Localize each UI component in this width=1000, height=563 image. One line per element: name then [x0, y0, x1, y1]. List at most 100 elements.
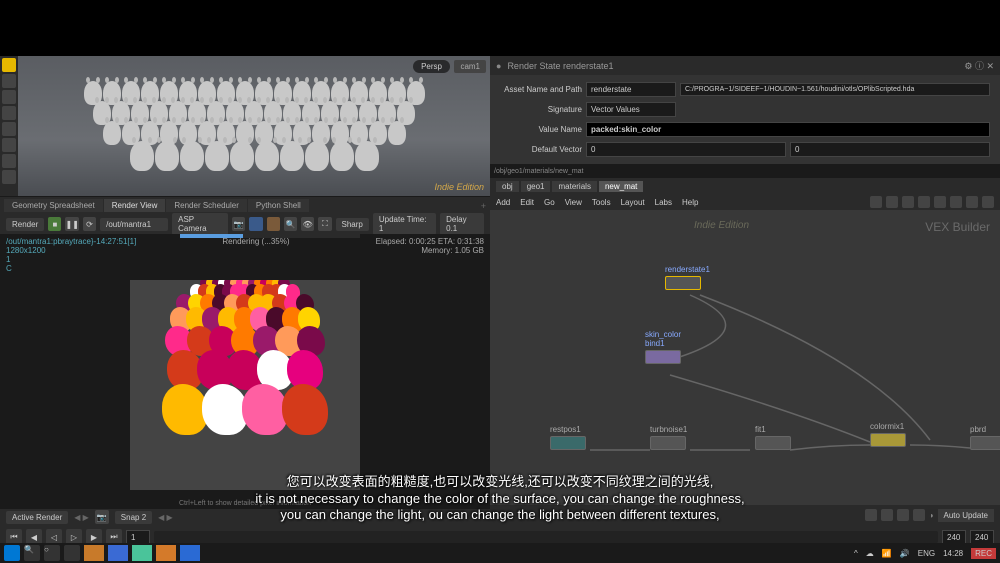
expand-icon[interactable]: ⛶	[318, 217, 331, 231]
brush-tool-icon[interactable]	[2, 138, 16, 152]
tab-render-scheduler[interactable]: Render Scheduler	[166, 199, 246, 212]
delay-field[interactable]: Delay 0.1	[440, 213, 484, 235]
render-bottom-bar: Active Render ◀ ▶ 📷 Snap 2 ◀ ▶	[0, 509, 490, 525]
menu-layout[interactable]: Layout	[621, 198, 645, 207]
rotate-tool-icon[interactable]	[2, 90, 16, 104]
param-title-bar: ● Render State renderstate1 ⚙ ⓘ ✕	[490, 56, 1000, 75]
viewport-scene[interactable]: Persp cam1 Indie Edition	[18, 56, 490, 196]
menu-add[interactable]: Add	[496, 198, 510, 207]
selection-icon[interactable]	[865, 509, 877, 521]
cortana-icon[interactable]: ○	[44, 545, 60, 561]
breadcrumb-bar: obj geo1 materials new_mat	[490, 178, 1000, 194]
pause-icon[interactable]: ❚❚	[65, 217, 78, 231]
explorer-app-icon[interactable]	[84, 545, 104, 561]
asset-path-field[interactable]: C:/PROGRA~1/SIDEEF~1/HOUDIN~1.561/houdin…	[680, 83, 990, 96]
menu-help[interactable]: Help	[682, 198, 698, 207]
start-button-icon[interactable]	[4, 545, 20, 561]
ae-icon[interactable]	[249, 217, 262, 231]
auto-update-dropdown[interactable]: Auto Update	[938, 509, 994, 522]
menu-tools[interactable]: Tools	[592, 198, 611, 207]
render-view: /out/mantra1:pbraytrace}-14:27:51[1] 128…	[0, 234, 490, 509]
windows-taskbar: 🔍 ○ ^ ☁ 📶 🔊 ENG 14:28 REC	[0, 543, 1000, 563]
node-turbnoise[interactable]: turbnoise1	[650, 425, 687, 450]
crumb-geo[interactable]: geo1	[521, 181, 551, 192]
default-vector-1[interactable]: 0	[790, 142, 990, 157]
deps-icon[interactable]	[902, 196, 914, 208]
eye-icon[interactable]: 👁	[301, 217, 314, 231]
grid-icon[interactable]	[870, 196, 882, 208]
search-icon[interactable]: 🔍	[24, 545, 40, 561]
signature-dropdown[interactable]: Vector Values	[586, 102, 676, 117]
pane-tabs: Geometry Spreadsheet Render View Render …	[0, 196, 490, 214]
node-renderstate[interactable]: renderstate1	[665, 265, 710, 290]
tab-geometry-spreadsheet[interactable]: Geometry Spreadsheet	[4, 199, 103, 212]
value-name-field[interactable]: packed:skin_color	[586, 122, 990, 137]
scale-tool-icon[interactable]	[2, 106, 16, 120]
select-tool-icon[interactable]	[2, 58, 16, 72]
update-time-field[interactable]: Update Time: 1	[373, 213, 436, 235]
menu-edit[interactable]: Edit	[520, 198, 534, 207]
code-app-icon[interactable]	[180, 545, 200, 561]
bg-icon[interactable]	[267, 217, 280, 231]
template-icon[interactable]	[897, 509, 909, 521]
zoom-icon[interactable]: 🔍	[284, 217, 297, 231]
tab-render-view[interactable]: Render View	[104, 199, 166, 212]
node-fit[interactable]: fit1	[755, 425, 791, 450]
tray-cloud-icon[interactable]: ☁	[866, 549, 874, 558]
taskview-icon[interactable]	[64, 545, 80, 561]
view-tool-icon[interactable]	[2, 122, 16, 136]
render-memory: Memory: 1.05 GB	[376, 246, 484, 255]
node-bind[interactable]: skin_color bind1	[645, 330, 681, 364]
tray-volume-icon[interactable]: 🔊	[900, 549, 910, 558]
display-icon[interactable]	[881, 509, 893, 521]
node-colormix[interactable]: colormix1	[870, 422, 906, 447]
asset-name-field[interactable]: renderstate	[586, 82, 676, 97]
crumb-newmat[interactable]: new_mat	[599, 181, 643, 192]
lasso-tool-icon[interactable]	[2, 154, 16, 168]
bypass-icon[interactable]	[913, 509, 925, 521]
snap-field[interactable]: Snap 2	[115, 511, 152, 524]
active-render-dropdown[interactable]: Active Render	[6, 511, 68, 524]
crumb-obj[interactable]: obj	[496, 181, 519, 192]
crumb-materials[interactable]: materials	[552, 181, 596, 192]
menu-view[interactable]: View	[565, 198, 582, 207]
sharp-dropdown[interactable]: Sharp	[336, 218, 369, 231]
keyboard-lang[interactable]: ENG	[918, 549, 935, 558]
render-button[interactable]: Render	[6, 218, 44, 231]
camera-field[interactable]: ASP Camera	[172, 213, 228, 235]
tray-wifi-icon[interactable]: 📶	[882, 549, 892, 558]
clock-time[interactable]: 14:28	[943, 549, 963, 558]
refresh-icon[interactable]: ⟳	[83, 217, 96, 231]
move-tool-icon[interactable]	[2, 74, 16, 88]
overview-icon[interactable]	[966, 196, 978, 208]
stop-icon[interactable]: ■	[48, 217, 61, 231]
menu-labs[interactable]: Labs	[655, 198, 672, 207]
palette-icon[interactable]	[934, 196, 946, 208]
houdini-app-icon[interactable]	[156, 545, 176, 561]
snap-icon[interactable]: 📷	[95, 510, 109, 524]
node-restpos[interactable]: restpos1	[550, 425, 586, 450]
render-toolbar: Render ■ ❚❚ ⟳ /out/mantra1 ASP Camera 📷 …	[0, 214, 490, 234]
default-vector-0[interactable]: 0	[586, 142, 786, 157]
edge-app-icon[interactable]	[108, 545, 128, 561]
render-output-image[interactable]	[130, 280, 360, 490]
browser-app-icon[interactable]	[132, 545, 152, 561]
persp-view-button[interactable]: Persp	[413, 60, 450, 73]
node-pbr[interactable]: pbrd	[970, 425, 1000, 450]
fullscreen-icon[interactable]	[982, 196, 994, 208]
pref-icon[interactable]	[918, 196, 930, 208]
timeline-track[interactable]	[154, 531, 938, 543]
param-panel: Asset Name and Path renderstate C:/PROGR…	[490, 75, 1000, 164]
network-path[interactable]: /obj/geo1/materials/new_mat	[494, 168, 584, 175]
camera-select-button[interactable]: cam1	[454, 60, 486, 73]
tray-up-icon[interactable]: ^	[854, 549, 858, 558]
out-path-field[interactable]: /out/mantra1	[100, 218, 168, 231]
wiring-icon[interactable]	[886, 196, 898, 208]
node-graph[interactable]: Indie Edition VEX Builder renderstate1 s…	[490, 210, 1000, 505]
tab-python-shell[interactable]: Python Shell	[248, 199, 309, 212]
signature-label: Signature	[500, 105, 582, 114]
menu-go[interactable]: Go	[544, 198, 555, 207]
treeview-icon[interactable]	[950, 196, 962, 208]
handle-tool-icon[interactable]	[2, 170, 16, 184]
snapshot-icon[interactable]: 📷	[232, 217, 245, 231]
